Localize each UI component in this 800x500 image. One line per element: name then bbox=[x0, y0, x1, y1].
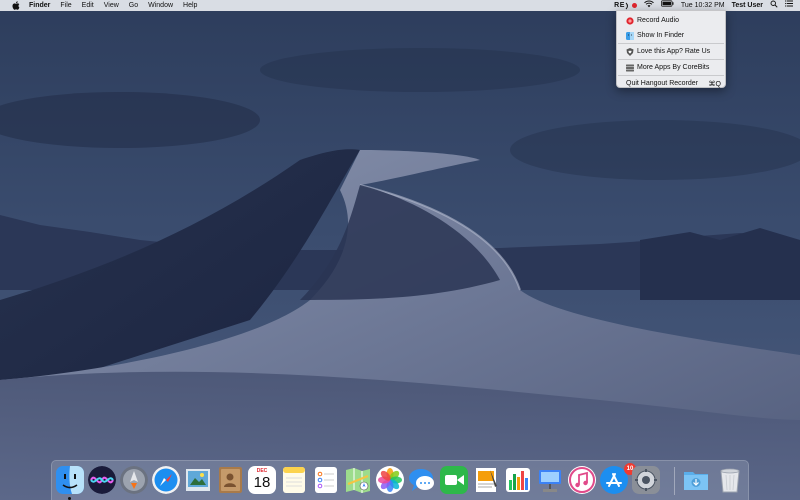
heart-shield-icon bbox=[626, 47, 634, 56]
menu-item-record-audio[interactable]: Record Audio bbox=[617, 13, 725, 28]
menu-edit[interactable]: Edit bbox=[82, 0, 94, 11]
menu-go[interactable]: Go bbox=[129, 0, 138, 11]
dock: DEC 18 10 bbox=[51, 460, 749, 500]
record-icon bbox=[626, 16, 634, 25]
menu-item-label: Love this App? Rate Us bbox=[637, 48, 711, 55]
menu-item-show-in-finder[interactable]: Show In Finder bbox=[617, 28, 725, 43]
itunes-icon[interactable] bbox=[568, 466, 596, 494]
numbers-icon[interactable] bbox=[504, 466, 532, 494]
menu-file[interactable]: File bbox=[60, 0, 71, 11]
recording-wave-icon bbox=[625, 2, 628, 9]
quit-shortcut: ⌘Q bbox=[708, 80, 721, 88]
reminders-icon[interactable] bbox=[312, 466, 340, 494]
finder-icon[interactable] bbox=[56, 466, 84, 494]
notification-center-icon[interactable] bbox=[785, 0, 793, 11]
maps-icon[interactable] bbox=[344, 466, 372, 494]
trash-icon[interactable] bbox=[716, 466, 744, 494]
hangout-recorder-menu: Record Audio Show In Finder Love this Ap… bbox=[616, 10, 726, 88]
menu-item-label: Record Audio bbox=[637, 17, 680, 24]
menu-item-rate-us[interactable]: Love this App? Rate Us bbox=[617, 44, 725, 59]
calendar-icon[interactable]: DEC 18 bbox=[248, 466, 276, 494]
menu-item-label: Show In Finder bbox=[637, 32, 685, 39]
contacts-icon[interactable] bbox=[216, 466, 244, 494]
messages-icon[interactable] bbox=[408, 466, 436, 494]
facetime-icon[interactable] bbox=[440, 466, 468, 494]
keynote-icon[interactable] bbox=[536, 466, 564, 494]
pages-icon[interactable] bbox=[472, 466, 500, 494]
record-dot-icon bbox=[631, 3, 637, 8]
siri-icon[interactable] bbox=[88, 466, 116, 494]
launchpad-icon[interactable] bbox=[120, 466, 148, 494]
system-preferences-icon[interactable] bbox=[632, 466, 660, 494]
menu-item-quit[interactable]: Quit Hangout Recorder ⌘Q bbox=[617, 76, 725, 91]
photos-icon[interactable] bbox=[376, 466, 404, 494]
calendar-day-label: 18 bbox=[253, 474, 271, 491]
menu-item-label: More Apps By CoreBits bbox=[637, 64, 710, 71]
spotlight-search-icon[interactable] bbox=[770, 0, 778, 12]
menubar-user-name[interactable]: Test User bbox=[732, 0, 763, 11]
apple-menu-icon[interactable] bbox=[10, 1, 21, 10]
dock-divider bbox=[674, 467, 675, 495]
menu-help[interactable]: Help bbox=[183, 0, 197, 11]
menu-view[interactable]: View bbox=[104, 0, 119, 11]
notes-icon[interactable] bbox=[280, 466, 308, 494]
safari-icon[interactable] bbox=[152, 466, 180, 494]
downloads-folder-icon[interactable] bbox=[682, 466, 710, 494]
finder-icon bbox=[626, 31, 634, 40]
stack-icon bbox=[626, 64, 634, 72]
menu-item-more-apps[interactable]: More Apps By CoreBits bbox=[617, 60, 725, 75]
menu-window[interactable]: Window bbox=[148, 0, 173, 11]
preview-icon[interactable] bbox=[184, 466, 212, 494]
menu-item-label: Quit Hangout Recorder bbox=[626, 80, 698, 87]
menu-finder[interactable]: Finder bbox=[29, 0, 50, 11]
